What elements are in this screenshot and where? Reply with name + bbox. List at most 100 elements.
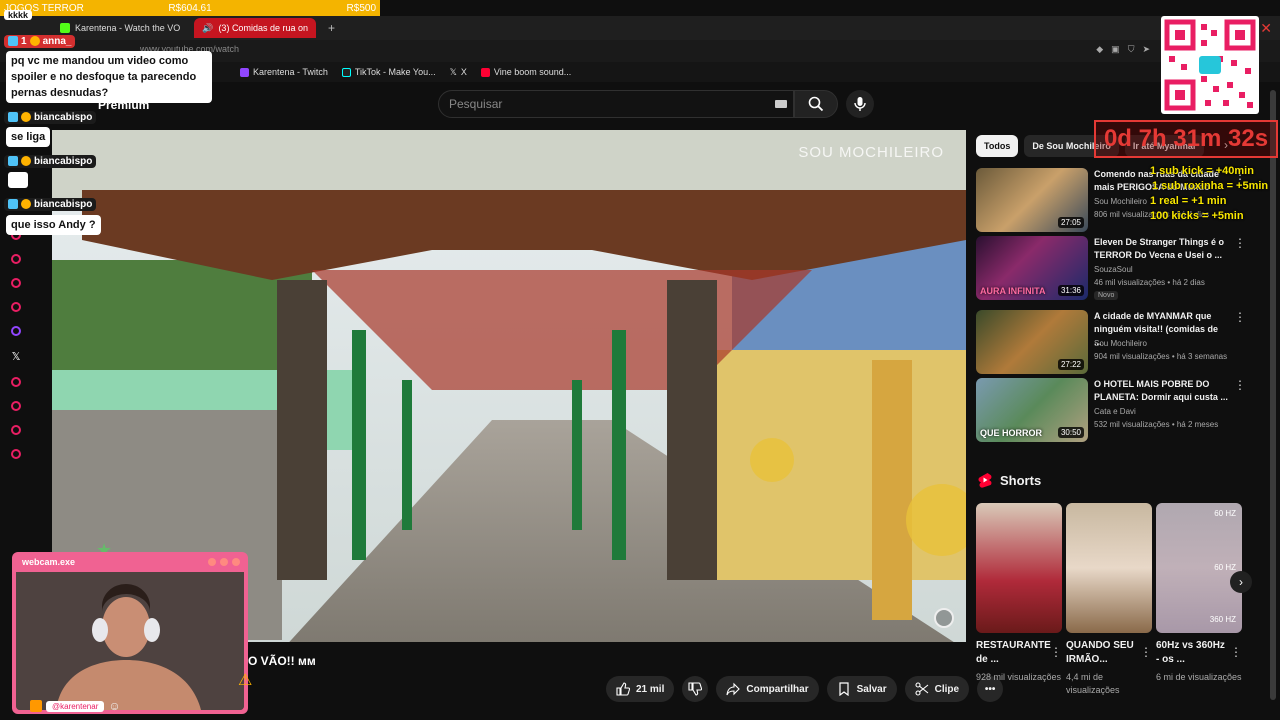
search-button[interactable] [794, 90, 838, 118]
more-vertical-icon[interactable]: ⋮ [1234, 236, 1246, 250]
rule-line: 1 sub kick = +40min [1150, 165, 1254, 177]
recommendation-item[interactable]: AURA INFINITA 31:36 Eleven De Stranger T… [976, 236, 1246, 300]
subscriber-badge-icon [8, 199, 18, 209]
bookmark-twitch[interactable]: Karentena - Twitch [240, 67, 328, 77]
warning-icon: ⚠ [238, 672, 253, 689]
video-thumbnail[interactable]: 27:05 [976, 168, 1088, 232]
short-thumbnail[interactable]: 60 HZ 60 HZ 360 HZ [1156, 503, 1242, 633]
bookmark-icon [838, 682, 849, 696]
twitch-icon [11, 326, 21, 336]
emote-icon [29, 36, 40, 46]
clip-label: Clipe [934, 683, 960, 695]
shield-icon[interactable]: ⛉ [1128, 44, 1135, 55]
more-vertical-icon[interactable]: ⋮ [1050, 645, 1062, 659]
subscriber-badge-icon [8, 112, 18, 122]
chat-message-text: se liga [6, 127, 51, 147]
window-dot [220, 558, 228, 566]
channel-watermark: SOU MOCHILEIRO [798, 144, 944, 161]
emote-icon [21, 112, 31, 122]
window-dot [208, 558, 216, 566]
more-vertical-icon[interactable]: ⋮ [1234, 378, 1246, 392]
emote-image [8, 172, 28, 188]
pin-icon[interactable]: ◆ [1096, 44, 1103, 55]
clip-button[interactable]: Clipe [904, 676, 970, 702]
recommendation-title[interactable]: O HOTEL MAIS POBRE DO PLANETA: Dormir aq… [1094, 378, 1228, 404]
short-item[interactable]: QUANDO SEU IRMÃO... 4,4 mi de visualizaç… [1066, 503, 1152, 697]
scrollbar-thumb[interactable] [1270, 90, 1276, 700]
short-title[interactable]: 60Hz vs 360Hz - os ... [1156, 639, 1226, 667]
twitch-icon [240, 67, 249, 77]
close-window-icon[interactable]: ✕ [1260, 20, 1272, 37]
window-controls [208, 558, 240, 566]
short-item[interactable]: 60 HZ 60 HZ 360 HZ 60Hz vs 360Hz - os ..… [1156, 503, 1242, 684]
refresh-rate-label: 60 HZ [1214, 509, 1236, 518]
video-title: O VÃO!! мм [248, 654, 316, 668]
recommendation-item[interactable]: 27:22 A cidade de MYANMAR que ninguém vi… [976, 310, 1246, 374]
tab-label: Karentena - Watch the VO [75, 23, 181, 33]
qr-code [1161, 16, 1259, 114]
tab-label: (3) Comidas de rua on [218, 23, 308, 33]
page-scrollbar[interactable] [1270, 90, 1276, 710]
like-button[interactable]: 21 mil [606, 676, 675, 702]
channel-name[interactable]: Sou Mochileiro [1094, 339, 1147, 348]
channel-name[interactable]: Sou Mochileiro [1094, 197, 1147, 206]
smiley-icon: ☺ [108, 699, 121, 713]
webcam-feed [16, 572, 244, 710]
short-thumbnail[interactable] [1066, 503, 1152, 633]
bookmark-vine-boom[interactable]: Vine boom sound... [480, 67, 571, 77]
bookmark-x[interactable]: 𝕏X [450, 67, 467, 78]
chip-all[interactable]: Todos [976, 135, 1019, 157]
browser-tabstrip: Karentena - Watch the VO 🔊 (3) Comidas d… [0, 16, 1280, 40]
short-views: 6 mi de visualizações [1156, 672, 1242, 682]
keyboard-icon[interactable] [775, 100, 787, 108]
refresh-rate-label: 360 HZ [1209, 615, 1236, 624]
chat-message: biancabispo [4, 196, 97, 214]
speaker-icon: 🔊 [202, 22, 214, 33]
video-actions: 21 mil Compartilhar Salvar Clipe ••• [606, 676, 1004, 702]
webcam-title: webcam.exe [22, 557, 76, 567]
share-button[interactable]: Compartilhar [716, 676, 819, 702]
recommendation-title[interactable]: Eleven De Stranger Things é o TERROR Do … [1094, 236, 1228, 262]
globe-icon[interactable] [934, 608, 954, 628]
chat-message-text: kkkk [4, 10, 33, 20]
video-thumbnail[interactable]: 27:22 [976, 310, 1088, 374]
recommendation-item[interactable]: QUE HORROR 30:50 O HOTEL MAIS POBRE DO P… [976, 378, 1246, 442]
thumbnail-caption: AURA INFINITA [980, 286, 1046, 296]
search-icon [808, 96, 824, 112]
screen: Karentena - Watch the VO 🔊 (3) Comidas d… [0, 0, 1280, 720]
more-vertical-icon[interactable]: ⋮ [1140, 645, 1152, 659]
extension-icons: ◆ ▣ ⛉ ➤ [1096, 44, 1150, 55]
new-tab-button[interactable]: + [322, 21, 341, 35]
video-thumbnail[interactable]: QUE HORROR 30:50 [976, 378, 1088, 442]
shorts-next-button[interactable]: › [1230, 571, 1252, 593]
short-thumbnail[interactable] [976, 503, 1062, 633]
send-icon[interactable]: ➤ [1142, 44, 1150, 55]
subscriber-badge-icon [8, 156, 18, 166]
social-icon [11, 449, 21, 459]
tab-youtube[interactable]: 🔊 (3) Comidas de rua on [194, 18, 316, 38]
save-button[interactable]: Salvar [826, 676, 897, 702]
chat-message: 1 anna_ [4, 33, 76, 51]
search-input[interactable]: Pesquisar [438, 90, 794, 118]
streamer-silhouette [16, 572, 244, 710]
youtube-icon [480, 67, 490, 77]
scissors-icon [915, 682, 928, 696]
video-thumbnail[interactable]: AURA INFINITA 31:36 [976, 236, 1088, 300]
channel-name[interactable]: SouzaSoul [1094, 265, 1133, 274]
more-vertical-icon[interactable]: ⋮ [1234, 310, 1246, 324]
extension-icon[interactable]: ▣ [1111, 44, 1120, 55]
goal-target: R$500 [346, 2, 376, 14]
short-title[interactable]: RESTAURANTE de ... [976, 639, 1051, 667]
kick-icon [60, 23, 70, 33]
bookmark-tiktok[interactable]: TikTok - Make You... [341, 67, 436, 77]
share-icon [726, 682, 741, 696]
chat-message-text: que isso Andy ? [6, 215, 101, 235]
short-title[interactable]: QUANDO SEU IRMÃO... [1066, 639, 1136, 667]
more-horizontal-icon: ••• [984, 683, 996, 695]
voice-search-button[interactable] [846, 90, 874, 118]
more-vertical-icon[interactable]: ⋮ [1230, 645, 1242, 659]
dislike-button[interactable] [682, 676, 709, 702]
short-item[interactable]: RESTAURANTE de ... 928 mil visualizações… [976, 503, 1062, 684]
channel-name[interactable]: Cata e Davi [1094, 407, 1136, 416]
qr-code-image [1164, 19, 1256, 111]
